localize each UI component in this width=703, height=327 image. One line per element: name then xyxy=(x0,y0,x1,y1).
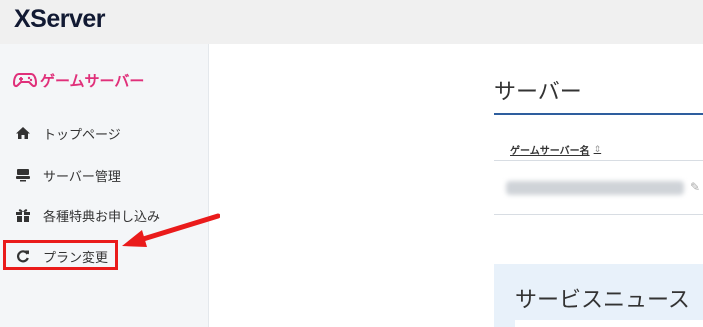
column-header-game-server-name[interactable]: ゲームサーバー名 ⇕ xyxy=(510,142,602,158)
top-bar: XServer xyxy=(0,0,703,44)
gamepad-icon xyxy=(13,73,37,88)
page-title: サーバー xyxy=(494,80,582,105)
service-news-title: サービスニュース xyxy=(515,288,690,313)
title-underline xyxy=(494,113,703,115)
sidebar-item-label: サーバー管理 xyxy=(43,169,121,185)
divider xyxy=(494,214,703,215)
column-header-label: ゲームサーバー名 xyxy=(510,146,590,157)
divider xyxy=(494,160,703,161)
home-icon xyxy=(13,125,33,141)
sidebar-item-server-management[interactable]: サーバー管理 xyxy=(13,164,121,186)
xserver-logo[interactable]: XServer xyxy=(14,5,106,34)
plan-change-highlight-box xyxy=(3,240,118,270)
sidebar-item-label: トップページ xyxy=(43,127,121,143)
sort-icon[interactable]: ⇕ xyxy=(594,145,602,155)
blurred-server-name xyxy=(506,181,684,195)
sidebar-brand[interactable]: ゲームサーバー xyxy=(13,68,144,92)
sidebar-item-top-page[interactable]: トップページ xyxy=(13,122,121,144)
gift-icon xyxy=(13,207,33,223)
server-icon xyxy=(13,167,33,183)
sidebar: ゲームサーバー トップページ サーバー管理 各種特典お申し込み プラン変更 xyxy=(0,44,209,327)
sidebar-brand-label: ゲームサーバー xyxy=(40,71,145,90)
annotation-arrow-icon xyxy=(122,213,220,247)
service-news-body xyxy=(515,320,703,327)
edit-pencil-icon[interactable]: ✎ xyxy=(690,180,700,194)
